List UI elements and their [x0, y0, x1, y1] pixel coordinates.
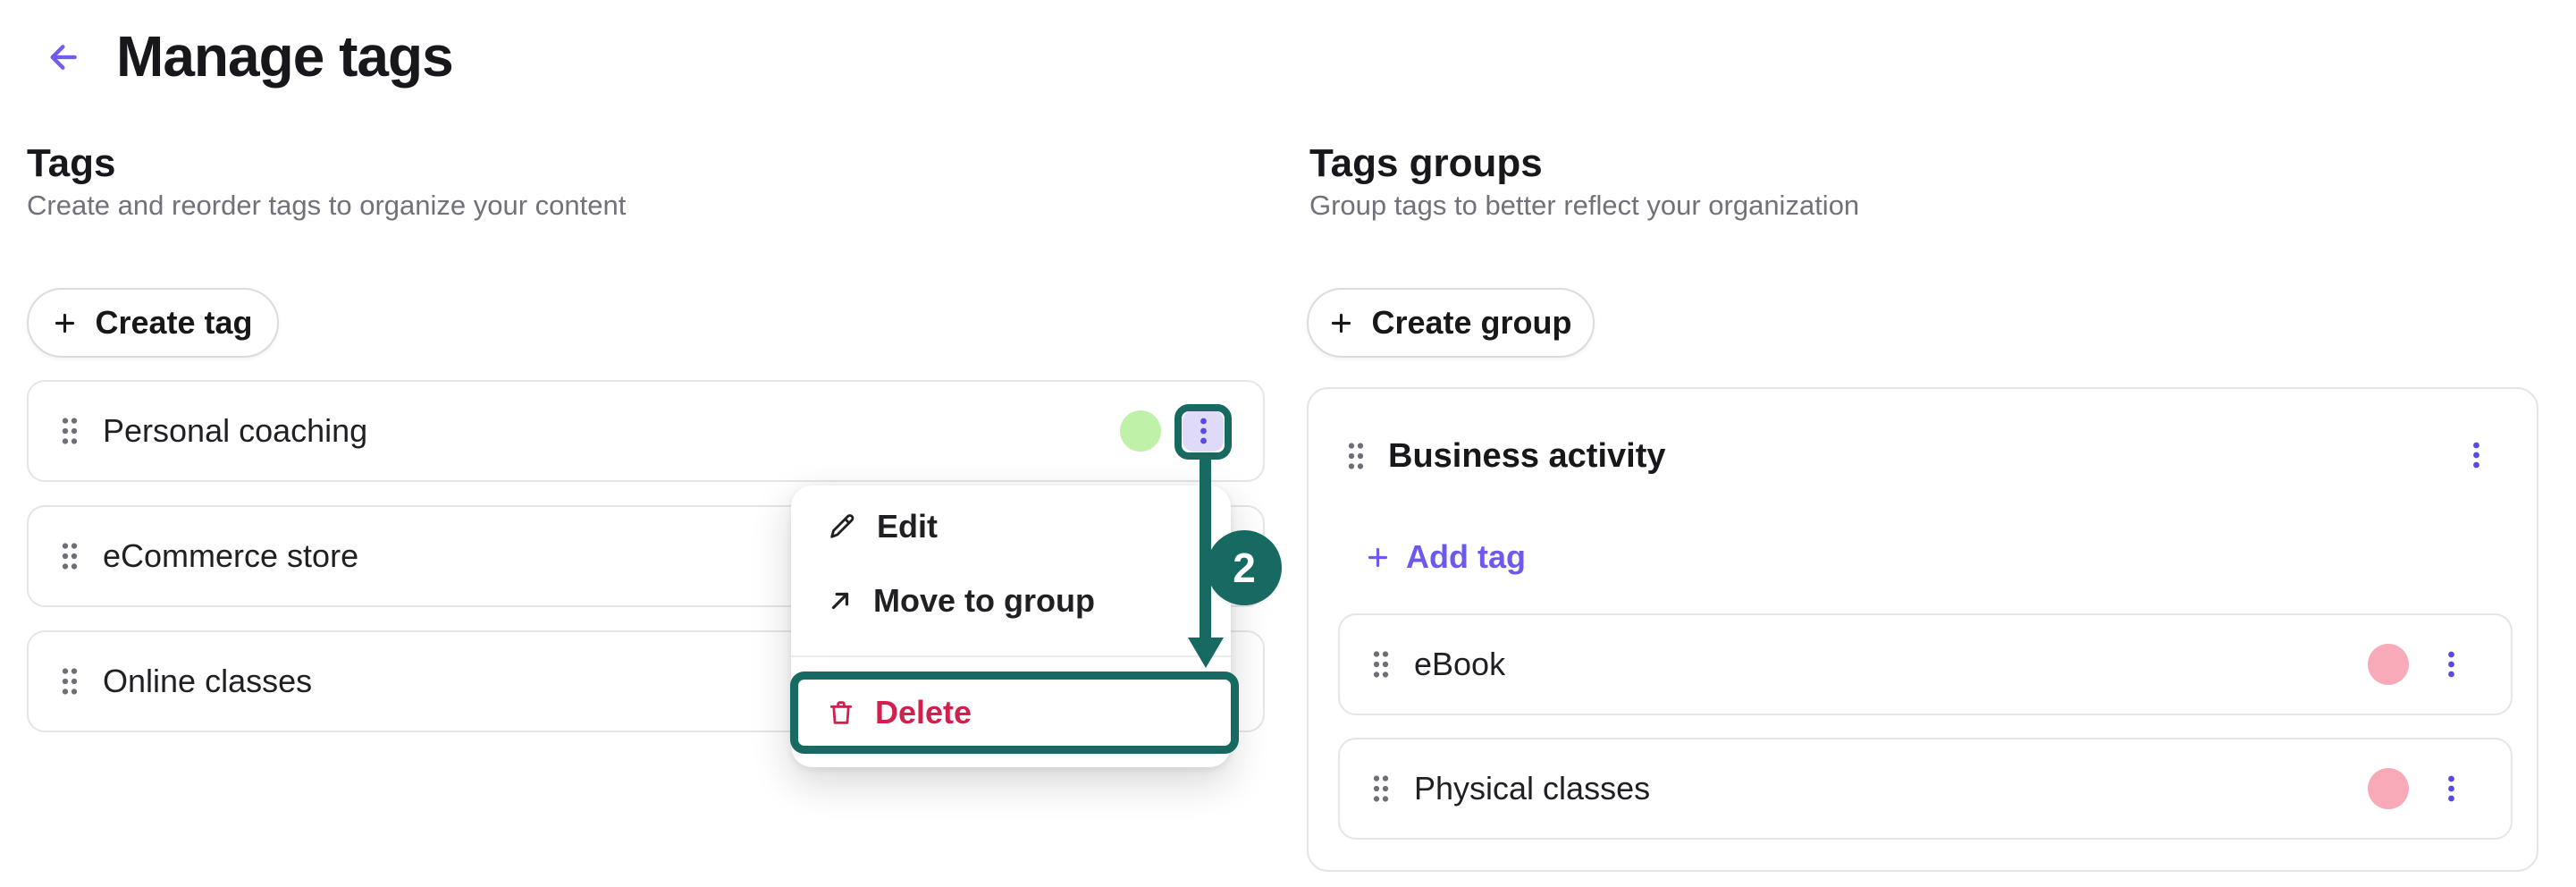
create-tag-button[interactable]: Create tag	[27, 288, 279, 358]
drag-handle-icon[interactable]	[1372, 650, 1390, 679]
tag-label: Physical classes	[1414, 770, 1650, 807]
manage-tags-page: Manage tags Tags Create and reorder tags…	[0, 0, 2576, 887]
tags-subtitle: Create and reorder tags to organize your…	[27, 190, 626, 222]
kebab-menu-button[interactable]	[1183, 410, 1224, 452]
group-name: Business activity	[1388, 437, 1665, 476]
kebab-menu-button[interactable]	[2430, 644, 2471, 685]
tag-color-dot	[2368, 768, 2409, 809]
arrow-left-icon	[46, 39, 82, 75]
menu-item-edit[interactable]: Edit	[791, 500, 1231, 553]
drag-handle-icon[interactable]	[1347, 442, 1365, 470]
plus-icon	[1366, 545, 1390, 570]
page-title: Manage tags	[116, 23, 453, 89]
tags-groups-subtitle: Group tags to better reflect your organi…	[1309, 190, 1859, 222]
tag-context-menu: Edit Move to group Delete	[791, 486, 1231, 767]
add-tag-label: Add tag	[1406, 538, 1526, 576]
create-group-button[interactable]: Create group	[1307, 288, 1595, 358]
menu-item-label: Edit	[877, 508, 938, 545]
back-button[interactable]	[43, 36, 86, 79]
drag-handle-icon[interactable]	[61, 542, 79, 570]
plus-icon	[1329, 311, 1353, 335]
plus-icon	[53, 311, 77, 335]
tags-heading: Tags	[27, 141, 115, 186]
tag-label: Online classes	[103, 663, 312, 700]
create-group-label: Create group	[1371, 304, 1571, 342]
tag-label: eBook	[1414, 646, 1505, 683]
arrow-up-right-icon	[827, 587, 854, 614]
group-card-header: Business activity	[1347, 433, 1665, 479]
tags-groups-heading: Tags groups	[1309, 141, 1543, 186]
tag-color-dot	[2368, 644, 2409, 685]
kebab-menu-button[interactable]	[2430, 768, 2471, 809]
menu-item-label: Move to group	[873, 582, 1095, 620]
menu-item-move-to-group[interactable]: Move to group	[791, 574, 1231, 628]
group-tag-row-ebook[interactable]: eBook	[1338, 613, 2513, 715]
tag-label: eCommerce store	[103, 537, 358, 575]
pencil-icon	[827, 511, 857, 542]
add-tag-button[interactable]: Add tag	[1366, 536, 1526, 579]
group-kebab-menu-button[interactable]	[2455, 435, 2496, 476]
drag-handle-icon[interactable]	[61, 417, 79, 445]
tag-label: Personal coaching	[103, 412, 367, 450]
drag-handle-icon[interactable]	[61, 667, 79, 696]
menu-item-delete[interactable]: Delete	[791, 686, 1231, 739]
group-card-business-activity: Business activity Add tag eBook	[1307, 387, 2538, 872]
create-tag-label: Create tag	[95, 304, 252, 342]
tag-row-personal-coaching[interactable]: Personal coaching	[27, 380, 1265, 482]
drag-handle-icon[interactable]	[1372, 774, 1390, 803]
tag-color-dot	[1120, 410, 1161, 452]
menu-item-label: Delete	[875, 694, 972, 731]
trash-icon	[827, 698, 855, 727]
group-tag-row-physical-classes[interactable]: Physical classes	[1338, 738, 2513, 840]
menu-separator	[791, 655, 1231, 657]
